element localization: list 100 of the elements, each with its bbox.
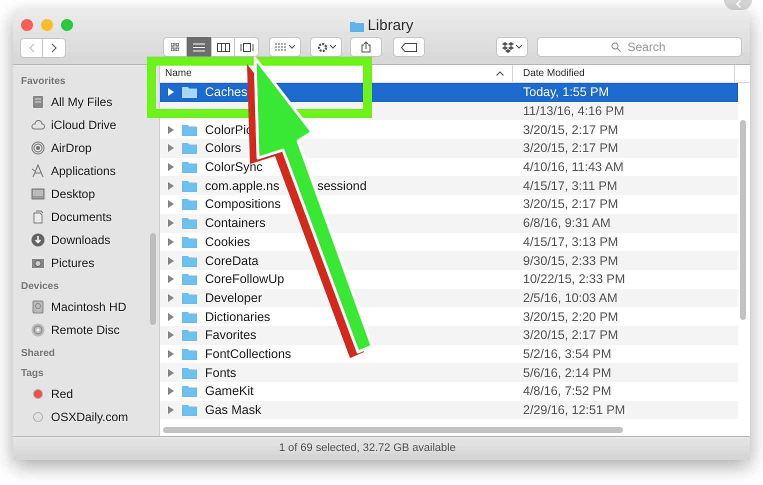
tag-button[interactable] xyxy=(393,37,425,57)
date-cell: 2/29/16, 12:51 PM xyxy=(523,403,626,418)
grid-icon xyxy=(275,43,287,51)
date-cell: 11/13/16, 4:16 PM xyxy=(523,104,624,118)
date-cell: 4/8/16, 7:52 PM xyxy=(523,384,612,398)
sidebar-item[interactable]: OSXDaily.com xyxy=(51,408,128,426)
sidebar-item[interactable]: Pictures xyxy=(51,254,94,272)
file-row[interactable]: Caches Today, 1:55 PM xyxy=(160,83,738,102)
rings-icon xyxy=(31,140,45,154)
folder-icon xyxy=(182,292,197,304)
sort-caret-icon xyxy=(496,71,504,76)
date-cell: 3/20/15, 2:20 PM xyxy=(523,310,618,324)
folder-icon xyxy=(182,180,197,192)
file-name: Dictionaries xyxy=(205,308,270,325)
file-name: Containers xyxy=(205,215,266,232)
file-row[interactable]: Fonts 5/6/16, 2:14 PM xyxy=(160,363,738,382)
column-header[interactable]: Date Modified xyxy=(523,66,585,81)
disclosure-triangle-icon[interactable] xyxy=(168,88,174,96)
date-cell: 5/6/16, 2:14 PM xyxy=(523,366,612,380)
disclosure-triangle-icon[interactable] xyxy=(168,144,174,152)
disclosure-triangle-icon[interactable] xyxy=(168,219,174,228)
disclosure-triangle-icon[interactable] xyxy=(168,331,174,340)
folder-icon xyxy=(182,142,197,154)
folder-icon xyxy=(182,385,197,398)
disclosure-triangle-icon[interactable] xyxy=(168,350,174,358)
file-row[interactable]: Favorites 3/20/15, 2:17 PM xyxy=(160,326,738,345)
share-icon xyxy=(361,41,371,53)
folder-icon xyxy=(350,20,364,32)
action-button[interactable] xyxy=(310,37,342,57)
grid-icon xyxy=(171,43,179,51)
file-row[interactable]: FontCollections 5/2/16, 3:54 PM xyxy=(160,344,738,364)
disclosure-triangle-icon[interactable] xyxy=(168,387,174,396)
file-row[interactable]: Developer 2/5/16, 10:03 AM xyxy=(160,288,738,308)
date-cell: Today, 1:55 PM xyxy=(523,85,609,100)
caret-icon xyxy=(330,45,336,49)
file-row[interactable]: com.apple.ns sessiond 4/15/17, 3:11 PM xyxy=(160,176,738,196)
date-cell: 4/15/17, 3:13 PM xyxy=(523,234,618,249)
status-text: 1 of 69 selected, 32.72 GB available xyxy=(279,441,456,456)
tag-icon xyxy=(401,42,417,52)
sidebar-item[interactable]: AirDrop xyxy=(51,138,92,156)
documents-icon xyxy=(31,210,45,224)
disclosure-triangle-icon[interactable] xyxy=(168,294,174,302)
share-button[interactable] xyxy=(350,37,382,57)
file-row[interactable]: CoreData 9/30/15, 2:33 PM xyxy=(160,251,738,270)
disclosure-triangle-icon[interactable] xyxy=(168,200,174,208)
caret-icon xyxy=(516,45,522,49)
column-header[interactable]: Name xyxy=(165,66,192,81)
file-name: com.apple.ns xyxy=(205,178,280,194)
close-button[interactable] xyxy=(21,19,33,31)
date-cell: 3/20/15, 2:17 PM xyxy=(523,328,618,342)
search-icon xyxy=(611,42,621,52)
disclosure-triangle-icon[interactable] xyxy=(168,406,174,414)
disclosure-triangle-icon[interactable] xyxy=(168,368,174,377)
file-name: Colors xyxy=(205,140,242,156)
date-cell: 3/20/15, 2:17 PM xyxy=(523,122,618,137)
sidebar-item[interactable]: iCloud Drive xyxy=(51,116,116,134)
file-name: Compositions xyxy=(205,196,281,212)
disclosure-triangle-icon[interactable] xyxy=(168,312,174,321)
file-name: CoreFollowUp xyxy=(205,271,284,288)
file-name: sessiond xyxy=(317,178,367,194)
file-name: Caches xyxy=(205,84,248,100)
disclosure-triangle-icon[interactable] xyxy=(168,182,174,190)
sidebar-item[interactable]: Documents xyxy=(51,208,112,226)
document-stack-icon xyxy=(31,94,45,108)
sidebar-item[interactable]: All My Files xyxy=(51,92,112,110)
folder-icon xyxy=(182,236,197,248)
list-view-button[interactable] xyxy=(187,37,211,57)
file-name: FontCollections xyxy=(205,346,292,362)
sidebar-item[interactable]: Downloads xyxy=(51,230,110,248)
icon-view-button[interactable] xyxy=(163,37,187,57)
sidebar-item[interactable]: Red xyxy=(51,384,74,402)
cover-flow-button[interactable] xyxy=(235,37,259,57)
chevron-left-icon xyxy=(736,0,740,8)
column-view-button[interactable] xyxy=(211,37,235,57)
sidebar-item[interactable]: Macintosh HD xyxy=(51,298,126,316)
zoom-button[interactable] xyxy=(61,19,73,31)
file-row[interactable]: Containers 6/8/16, 9:31 AM xyxy=(160,214,738,232)
sidebar-heading: Shared xyxy=(20,347,56,361)
sidebar-item[interactable]: Remote Disc xyxy=(51,320,120,338)
file-row[interactable]: Colors 3/20/15, 2:17 PM xyxy=(160,139,738,158)
download-icon xyxy=(31,232,45,246)
folder-icon xyxy=(182,124,197,136)
compass-letter-icon xyxy=(31,164,45,178)
disclosure-triangle-icon[interactable] xyxy=(168,275,174,284)
date-cell: 3/20/15, 2:17 PM xyxy=(523,197,618,212)
folder-icon xyxy=(182,273,197,286)
date-cell: 4/15/17, 3:11 PM xyxy=(523,178,618,193)
forward-button[interactable] xyxy=(43,38,66,58)
file-name: Fonts xyxy=(205,364,236,381)
arrange-button[interactable] xyxy=(269,37,301,57)
file-name: Developer xyxy=(205,290,262,306)
disclosure-triangle-icon[interactable] xyxy=(168,163,174,172)
search-field[interactable]: Search xyxy=(537,37,742,57)
disclosure-triangle-icon[interactable] xyxy=(168,126,174,134)
disclosure-triangle-icon[interactable] xyxy=(168,256,174,265)
sidebar-item[interactable]: Applications xyxy=(51,162,116,180)
disclosure-triangle-icon[interactable] xyxy=(168,238,174,246)
sidebar-item[interactable]: Desktop xyxy=(51,184,96,202)
file-row[interactable]: Gas Mask 2/29/16, 12:51 PM xyxy=(160,400,738,420)
dropbox-button[interactable] xyxy=(496,37,528,57)
